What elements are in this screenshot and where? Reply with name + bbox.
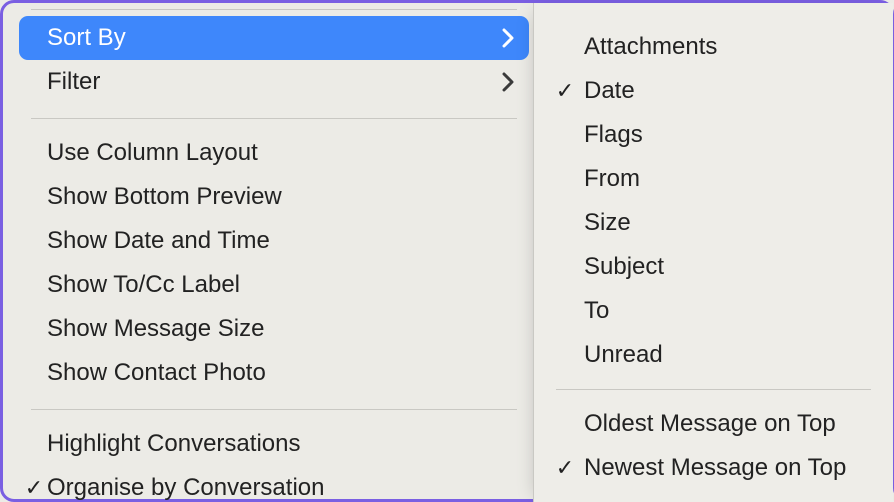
submenu-item-size[interactable]: Size xyxy=(534,201,893,245)
chevron-right-icon xyxy=(501,27,515,49)
submenu-label: Attachments xyxy=(584,33,717,61)
menu-label: Use Column Layout xyxy=(47,139,515,167)
check-icon: ✓ xyxy=(23,477,45,499)
submenu-label: To xyxy=(584,297,609,325)
menu-label: Sort By xyxy=(47,24,501,52)
submenu-label: From xyxy=(584,165,640,193)
submenu-item-unread[interactable]: Unread xyxy=(534,333,893,377)
menu-item-organise-by-conversation[interactable]: ✓ Organise by Conversation xyxy=(19,466,529,502)
submenu-label: Unread xyxy=(584,341,663,369)
submenu-item-from[interactable]: From xyxy=(534,157,893,201)
chevron-right-icon xyxy=(501,71,515,93)
menu-item-show-bottom-preview[interactable]: Show Bottom Preview xyxy=(19,175,529,219)
menu-separator xyxy=(31,9,517,10)
menu-separator xyxy=(31,118,517,119)
menu-label: Show Date and Time xyxy=(47,227,515,255)
sort-by-submenu: Attachments ✓ Date Flags From Size Subje… xyxy=(533,3,893,502)
submenu-item-flags[interactable]: Flags xyxy=(534,113,893,157)
menu-window: Sort By Filter Use Column Layout Show Bo… xyxy=(0,0,894,502)
menu-label: Organise by Conversation xyxy=(47,474,515,502)
submenu-label: Size xyxy=(584,209,631,237)
submenu-label: Oldest Message on Top xyxy=(584,410,836,438)
menu-item-show-message-size[interactable]: Show Message Size xyxy=(19,307,529,351)
submenu-label: Subject xyxy=(584,253,664,281)
submenu-item-attachments[interactable]: Attachments xyxy=(534,25,893,69)
submenu-label: Newest Message on Top xyxy=(584,454,846,482)
menu-item-show-contact-photo[interactable]: Show Contact Photo xyxy=(19,351,529,395)
submenu-item-newest-on-top[interactable]: ✓ Newest Message on Top xyxy=(534,446,893,490)
submenu-label: Flags xyxy=(584,121,643,149)
menu-label: Show Message Size xyxy=(47,315,515,343)
menu-item-sort-by[interactable]: Sort By xyxy=(19,16,529,60)
menu-item-show-tocc-label[interactable]: Show To/Cc Label xyxy=(19,263,529,307)
menu-label: Show To/Cc Label xyxy=(47,271,515,299)
menu-label: Filter xyxy=(47,68,501,96)
menu-label: Highlight Conversations xyxy=(47,430,515,458)
submenu-item-subject[interactable]: Subject xyxy=(534,245,893,289)
menu-separator xyxy=(31,409,517,410)
main-menu: Sort By Filter Use Column Layout Show Bo… xyxy=(19,3,529,502)
submenu-separator xyxy=(556,389,871,390)
menu-item-use-column-layout[interactable]: Use Column Layout xyxy=(19,131,529,175)
submenu-label: Date xyxy=(584,77,635,105)
menu-item-show-date-time[interactable]: Show Date and Time xyxy=(19,219,529,263)
check-icon: ✓ xyxy=(552,80,578,102)
submenu-item-date[interactable]: ✓ Date xyxy=(534,69,893,113)
submenu-item-to[interactable]: To xyxy=(534,289,893,333)
menu-label: Show Contact Photo xyxy=(47,359,515,387)
menu-item-highlight-conversations[interactable]: Highlight Conversations xyxy=(19,422,529,466)
check-icon: ✓ xyxy=(552,457,578,479)
submenu-item-oldest-on-top[interactable]: Oldest Message on Top xyxy=(534,402,893,446)
menu-item-filter[interactable]: Filter xyxy=(19,60,529,104)
menu-label: Show Bottom Preview xyxy=(47,183,515,211)
